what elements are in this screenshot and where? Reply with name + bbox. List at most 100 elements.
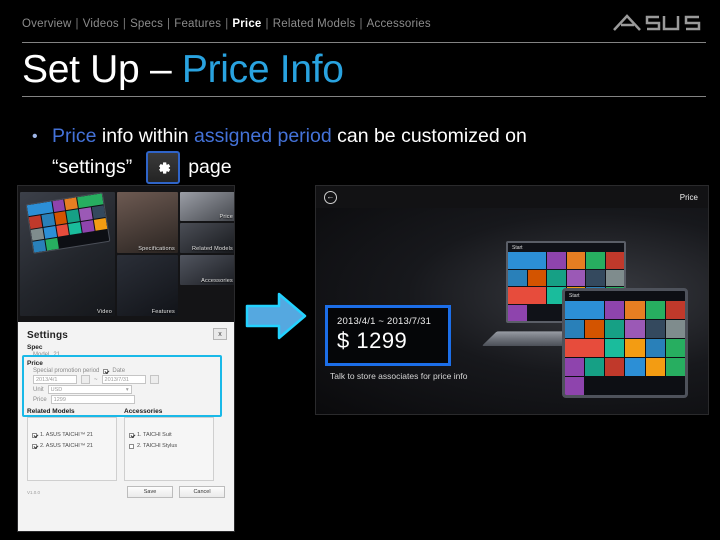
dialog-title: Settings <box>27 330 69 341</box>
price-amount-value: $ 1299 <box>337 328 408 353</box>
bullet-page-word: page <box>188 156 232 178</box>
nav-item-videos[interactable]: Videos <box>83 18 119 30</box>
settings-dialog: x Settings Spec Model 21 Price Special p… <box>18 322 234 531</box>
tile-price[interactable]: Price <box>180 192 234 221</box>
price-input[interactable]: 1299 <box>50 395 135 404</box>
left-screenshot-panel: Video Specifications Features Price Rela… <box>18 186 234 531</box>
page-title-highlight: Price Info <box>181 48 344 91</box>
bullet-line-1-text: Price info within assigned period can be… <box>52 122 690 151</box>
nav-item-related-models[interactable]: Related Models <box>273 18 356 30</box>
slide-root: Overview | Videos | Specs | Features | Price | Rel… <box>0 0 720 540</box>
gear-icon[interactable] <box>146 151 181 184</box>
bullet-accent-price: Price <box>52 125 97 147</box>
win8-tile-mosaic <box>565 291 685 395</box>
chevron-down-icon: ▾ <box>125 386 129 393</box>
tablet-device: Start <box>562 288 688 398</box>
product-scene: Start Start 2013/4/1 ~ 2013/7/31 $ 1299 … <box>316 208 708 414</box>
nav-separator: | <box>122 18 127 30</box>
tile-specifications[interactable]: Specifications <box>117 192 178 253</box>
accessories-listbox[interactable]: 1. TAICHI Suit 2. TAICHI Stylus <box>124 417 214 481</box>
tile-label-specifications: Specifications <box>138 246 175 252</box>
related-models-listbox[interactable]: 1. ASUS TAICHI™ 21 2. ASUS TAICHI™ 21 <box>27 417 117 481</box>
unit-label: Unit <box>33 386 44 393</box>
tile-label-accessories: Accessories <box>201 278 233 284</box>
tablet-thumbnail <box>25 192 111 254</box>
cancel-button[interactable]: Cancel <box>179 486 225 498</box>
row-unit: Unit USD ▾ <box>33 385 225 394</box>
model-value: 21 <box>53 352 61 358</box>
row-price: Price 1299 <box>33 395 225 404</box>
bullet-marker: • <box>32 128 38 145</box>
device-start-label: Start <box>512 245 523 251</box>
tile-label-video: Video <box>97 309 112 315</box>
page-title-prefix: Set Up – <box>22 48 182 91</box>
back-arrow-icon[interactable]: ← <box>324 190 337 204</box>
tile-related-models[interactable]: Related Models <box>180 223 234 253</box>
accessories-header: Accessories <box>124 408 163 415</box>
checkbox[interactable] <box>32 443 37 449</box>
section-spec: Spec <box>27 344 43 351</box>
nav-item-price[interactable]: Price <box>232 18 261 30</box>
checkbox[interactable] <box>129 443 134 449</box>
asus-logo <box>608 10 704 36</box>
row-date-range: 2013/4/1 ~ 2013/7/31 <box>33 375 225 384</box>
nav-separator: | <box>359 18 363 30</box>
right-page-title: Price <box>679 192 698 202</box>
bullet-line-2: “settings” page <box>30 151 690 184</box>
nav-item-overview[interactable]: Overview <box>22 18 72 30</box>
close-icon[interactable]: x <box>213 328 227 340</box>
right-screenshot-panel: ← Price Start Start 2013/4/1 ~ 2013/7/31… <box>316 186 708 414</box>
related-models-header: Related Models <box>27 408 75 415</box>
date-end-input[interactable]: 2013/7/31 <box>101 375 146 384</box>
checkbox[interactable] <box>129 432 134 438</box>
tile-accessories[interactable]: Accessories <box>180 255 234 285</box>
list-item-label: 1. ASUS TAICHI™ 21 <box>40 432 93 438</box>
bullet-accent-period: assigned period <box>194 125 332 147</box>
promo-checkbox[interactable] <box>103 368 109 374</box>
nav-separator: | <box>167 18 171 30</box>
price-highlight-box: 2013/4/1 ~ 2013/7/31 $ 1299 <box>325 305 451 366</box>
checkbox[interactable] <box>32 432 37 438</box>
list-headers: Related Models Accessories <box>27 408 225 415</box>
nav-item-accessories[interactable]: Accessories <box>367 18 431 30</box>
bullet-text-a: info within <box>96 125 194 147</box>
blue-right-arrow-icon <box>243 288 309 344</box>
list-item[interactable]: 2. TAICHI Stylus <box>129 443 209 449</box>
unit-value: USD <box>50 386 63 393</box>
tile-video[interactable]: Video <box>20 192 115 316</box>
list-item[interactable]: 1. TAICHI Suit <box>129 432 209 438</box>
date-start-input[interactable]: 2013/4/1 <box>33 375 77 384</box>
unit-select[interactable]: USD ▾ <box>47 385 132 394</box>
tile-features[interactable]: Features <box>117 255 178 316</box>
page-title: Set Up – Price Info <box>22 45 344 94</box>
win8-tile-mosaic <box>26 193 110 253</box>
version-label: V1.0.0 <box>27 489 41 495</box>
price-note: Talk to store associates for price info <box>330 371 468 381</box>
nav-item-features[interactable]: Features <box>174 18 221 30</box>
list-item[interactable]: 1. ASUS TAICHI™ 21 <box>32 432 112 438</box>
bullet-block: • Price info within assigned period can … <box>30 122 690 184</box>
price-label: Price <box>33 396 47 403</box>
section-price: Price <box>27 360 43 367</box>
save-button[interactable]: Save <box>127 486 173 498</box>
tile-column-right: Price Related Models Accessories <box>180 192 234 316</box>
calendar-icon-start[interactable] <box>81 375 90 384</box>
calendar-icon-end[interactable] <box>149 375 159 384</box>
promo-label: Special promotion period <box>33 368 100 374</box>
nav-separator: | <box>225 18 229 30</box>
nav-item-specs[interactable]: Specs <box>130 18 163 30</box>
top-nav: Overview | Videos | Specs | Features | Price | Rel… <box>22 18 431 30</box>
header-divider-bottom <box>22 96 706 97</box>
promotion-period-value: 2013/4/1 ~ 2013/7/31 <box>337 316 432 327</box>
list-item-label: 2. TAICHI Stylus <box>137 443 178 449</box>
row-model: Model 21 <box>33 352 225 358</box>
row-promo-period: Special promotion period Date <box>33 368 225 374</box>
bullet-line-1: • Price info within assigned period can … <box>30 122 690 151</box>
list-item-label: 2. ASUS TAICHI™ 21 <box>40 443 93 449</box>
header-divider-top <box>22 42 706 43</box>
right-top-bar: ← Price <box>316 186 708 208</box>
bullet-text-b: can be customized on <box>331 125 527 147</box>
promo-checkbox-label: Date <box>112 368 126 374</box>
list-item[interactable]: 2. ASUS TAICHI™ 21 <box>32 443 112 449</box>
nav-separator: | <box>75 18 79 30</box>
